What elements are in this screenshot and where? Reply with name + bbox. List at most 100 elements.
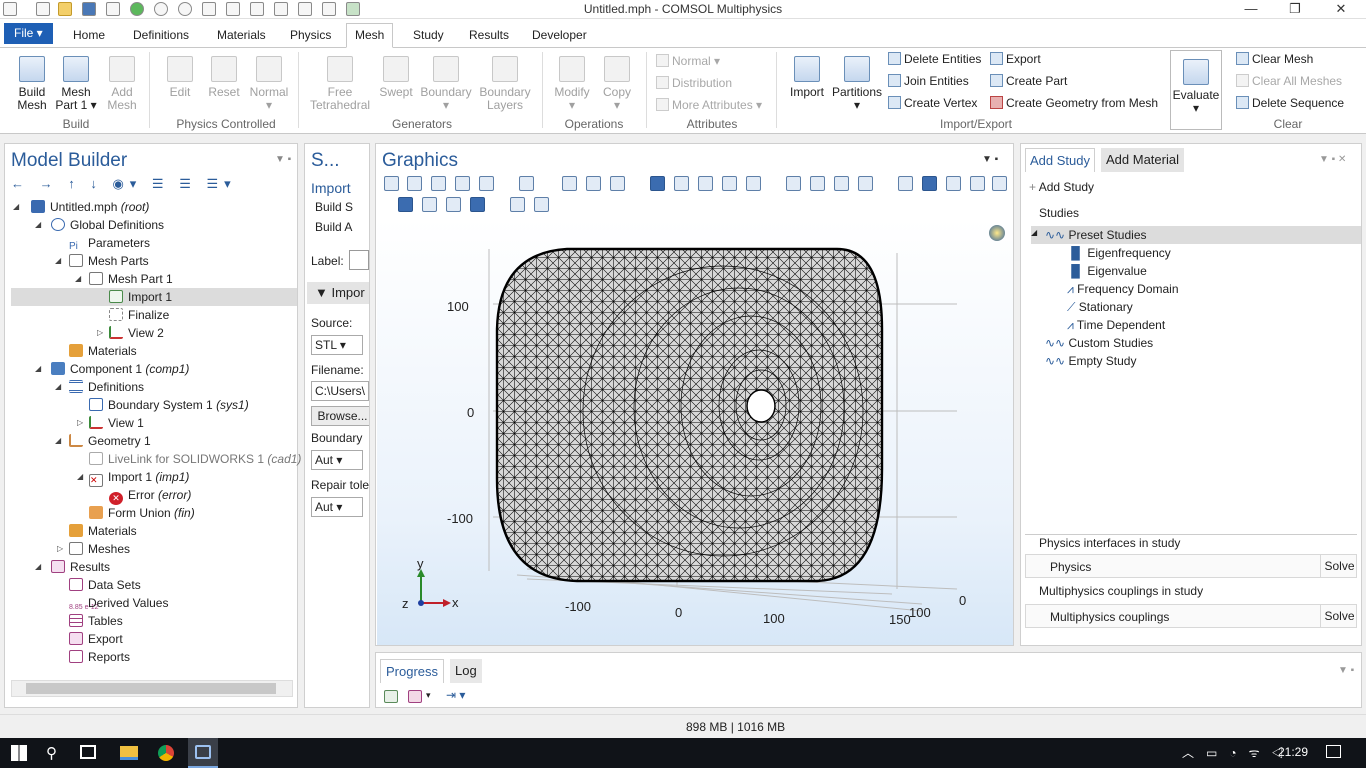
zoom-in-icon[interactable]: [384, 176, 399, 191]
tree-node-data-sets[interactable]: Data Sets: [69, 576, 141, 594]
view-axis-icon[interactable]: [519, 176, 534, 191]
tab-materials[interactable]: Materials: [209, 25, 274, 48]
reset-button[interactable]: Reset: [206, 56, 242, 99]
task-view-icon[interactable]: [80, 745, 96, 759]
tree-node-import-1[interactable]: Import 1: [11, 288, 297, 306]
zoom-selected-icon[interactable]: [455, 176, 470, 191]
export-button[interactable]: Export: [990, 52, 1041, 66]
boundary-button[interactable]: Boundary ▾: [420, 56, 472, 112]
search-icon[interactable]: ⚲: [46, 744, 57, 762]
transparency-icon[interactable]: [946, 176, 961, 191]
tab-add-material[interactable]: Add Material: [1101, 148, 1184, 172]
tree-horizontal-scrollbar[interactable]: [11, 680, 293, 697]
build-mesh-button[interactable]: Build Mesh: [12, 56, 52, 112]
camera-icon[interactable]: [510, 197, 525, 212]
add-study-button[interactable]: + Add Study: [1029, 180, 1094, 194]
wireframe-icon[interactable]: [922, 176, 937, 191]
tree-node-derived-values[interactable]: 8.85 e-12Derived Values: [69, 594, 168, 612]
render-icon[interactable]: [970, 176, 985, 191]
tree-node-meshes[interactable]: Meshes: [69, 540, 130, 558]
distribution-button[interactable]: Distribution: [656, 76, 732, 90]
tree-node-finalize[interactable]: Finalize: [109, 306, 169, 324]
copy-view-icon[interactable]: [422, 197, 437, 212]
study-time-dependent[interactable]: ⩘ Time Dependent: [1067, 318, 1165, 333]
select-points-icon[interactable]: [746, 176, 761, 191]
study-frequency-domain[interactable]: ⩘ Frequency Domain: [1067, 282, 1179, 297]
zoom-box-icon[interactable]: [431, 176, 446, 191]
tree-node-tables[interactable]: Tables: [69, 612, 123, 630]
build-selected-button[interactable]: Build S: [315, 200, 353, 214]
tab-file[interactable]: File ▾: [4, 23, 53, 44]
study-eigenvalue[interactable]: ▐▌ Eigenvalue: [1067, 264, 1147, 278]
select-all-icon[interactable]: [810, 176, 825, 191]
tab-add-study[interactable]: Add Study: [1025, 148, 1095, 172]
scrollbar-thumb[interactable]: [26, 683, 276, 694]
select-edges-icon[interactable]: [722, 176, 737, 191]
comsol-taskbar-button[interactable]: [188, 738, 218, 768]
tab-results[interactable]: Results: [461, 25, 517, 48]
normal-size-button[interactable]: Normal ▾: [248, 56, 290, 112]
scene-light-icon[interactable]: [398, 197, 413, 212]
windows-start-icon[interactable]: [11, 745, 27, 761]
notifications-icon[interactable]: [1326, 745, 1341, 758]
tree-node-mesh-parts[interactable]: Mesh Parts: [69, 252, 149, 270]
view-yz-icon[interactable]: [586, 176, 601, 191]
clear-selection-icon[interactable]: [834, 176, 849, 191]
empty-study-item[interactable]: ∿∿ Empty Study: [1045, 354, 1136, 368]
delete-sequence-button[interactable]: Delete Sequence: [1236, 96, 1344, 110]
tree-node-view-1[interactable]: View 1: [89, 414, 144, 432]
close-icon[interactable]: ✕: [1318, 0, 1364, 19]
tree-node-import-imp1[interactable]: ✕ Import 1 (imp1): [89, 468, 189, 487]
edit-button[interactable]: Edit: [162, 56, 198, 99]
tree-node-component-1[interactable]: Component 1 (comp1): [51, 360, 189, 378]
reset-view-icon[interactable]: [992, 176, 1007, 191]
custom-studies-item[interactable]: ∿∿ Custom Studies: [1045, 336, 1153, 350]
clear-progress-icon[interactable]: [384, 690, 398, 703]
move-icon[interactable]: ⇥ ▾: [446, 688, 465, 702]
select-objects-icon[interactable]: [650, 176, 665, 191]
select-box-icon[interactable]: [786, 176, 801, 191]
tab-log[interactable]: Log: [450, 659, 482, 683]
evaluate-button[interactable]: Evaluate ▾: [1170, 50, 1222, 130]
import-section-header[interactable]: ▼ Impor: [307, 282, 369, 304]
tab-progress[interactable]: Progress: [380, 659, 445, 683]
progress-table-dropdown-icon[interactable]: ▾: [426, 690, 431, 701]
restore-icon[interactable]: ❐: [1272, 0, 1318, 19]
panel-menu-icon[interactable]: ▼ ▪: [275, 154, 291, 165]
tree-node-boundary-system-1[interactable]: Boundary System 1 (sys1): [89, 396, 249, 414]
tree-node-global-definitions[interactable]: Global Definitions: [51, 216, 164, 234]
free-tetrahedral-button[interactable]: Free Tetrahedral: [310, 56, 370, 112]
mesh-part-button[interactable]: Mesh Part 1 ▾: [54, 56, 98, 112]
tab-study[interactable]: Study: [405, 25, 452, 48]
print-icon[interactable]: [534, 197, 549, 212]
filename-input[interactable]: C:\Users\: [311, 381, 369, 401]
tree-node-definitions[interactable]: Definitions: [69, 378, 144, 396]
tree-node-export[interactable]: Export: [69, 630, 123, 648]
model-builder-toolbar[interactable]: ← → ↑ ↓ ◉▾ ☰ ☰ ☰▾: [11, 176, 251, 194]
tree-node-parameters[interactable]: Pi Parameters: [69, 234, 150, 252]
file-explorer-icon[interactable]: [120, 746, 138, 760]
preset-collapse-icon[interactable]: ◢: [1031, 228, 1037, 237]
invert-selection-icon[interactable]: [858, 176, 873, 191]
study-stationary[interactable]: ⟋ Stationary: [1067, 300, 1133, 315]
tree-node-mesh-part-1[interactable]: Mesh Part 1: [89, 270, 173, 288]
tree-node-geometry-1[interactable]: Geometry 1: [69, 432, 151, 450]
progress-table-icon[interactable]: [408, 690, 422, 703]
tree-node-livelink[interactable]: LiveLink for SOLIDWORKS 1 (cad1): [89, 450, 301, 468]
repair-tolerance-select[interactable]: Aut ▾: [311, 497, 363, 517]
copy-button[interactable]: Copy ▾: [598, 56, 636, 112]
add-mesh-button[interactable]: Add Mesh: [102, 56, 142, 112]
tree-node-error[interactable]: ✕ Error (error): [109, 486, 191, 505]
modify-button[interactable]: Modify ▾: [550, 56, 594, 112]
boundary-layers-button[interactable]: Boundary Layers: [476, 56, 534, 112]
swept-button[interactable]: Swept: [376, 56, 416, 99]
select-boundaries-icon[interactable]: [698, 176, 713, 191]
zoom-out-icon[interactable]: [407, 176, 422, 191]
select-domains-icon[interactable]: [674, 176, 689, 191]
tree-node-materials[interactable]: Materials: [69, 522, 137, 540]
browse-button[interactable]: Browse...: [311, 406, 369, 426]
join-entities-button[interactable]: Join Entities: [888, 74, 969, 88]
tab-definitions[interactable]: Definitions: [125, 25, 197, 48]
more-attributes-button[interactable]: More Attributes ▾: [656, 98, 762, 112]
graphics-canvas[interactable]: 100 0 -100 -100 0 100 150 100 0 y x z: [377, 219, 1013, 645]
